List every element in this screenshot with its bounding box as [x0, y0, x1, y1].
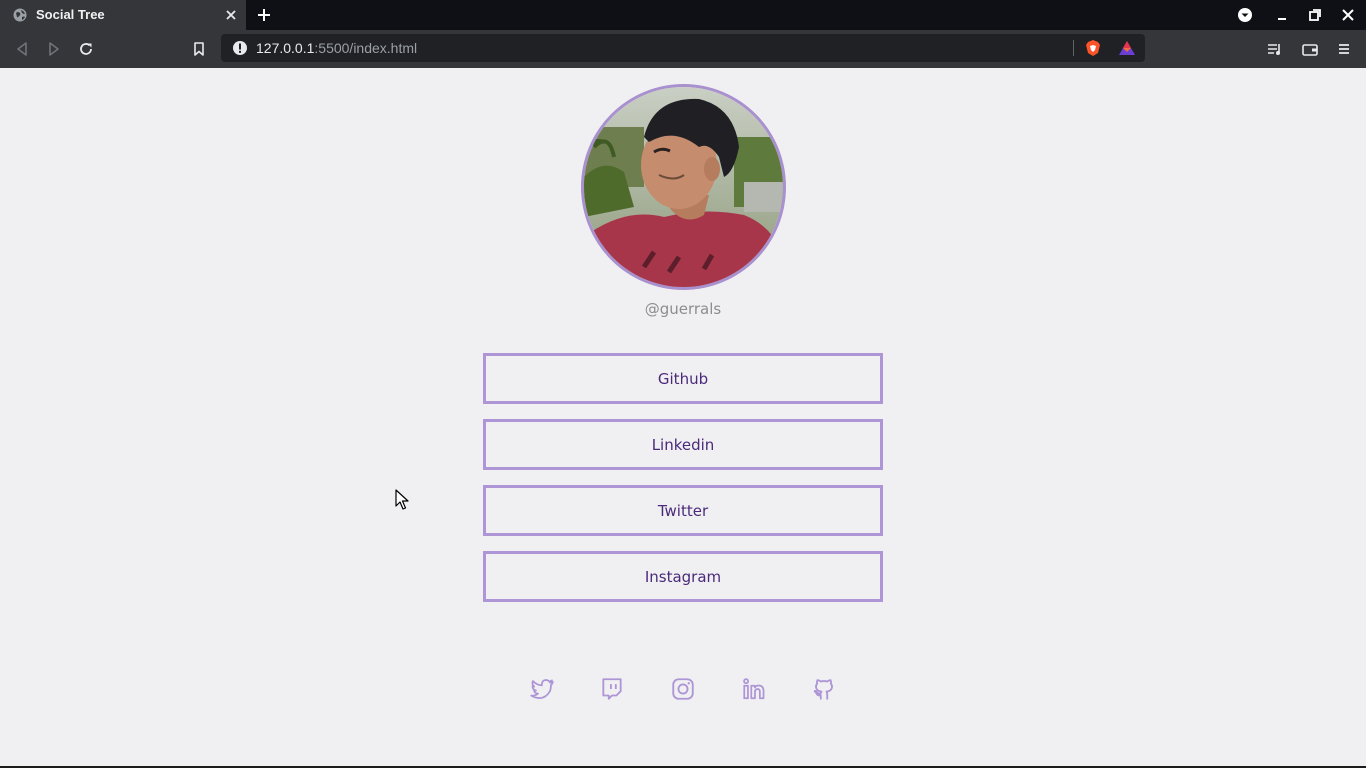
brave-shields-icon[interactable] [1084, 39, 1102, 57]
close-window-icon[interactable] [1340, 7, 1356, 23]
new-tab-icon[interactable] [256, 7, 272, 23]
twitter-link-button[interactable]: Twitter [483, 485, 883, 536]
menu-icon[interactable] [1335, 40, 1353, 58]
close-tab-icon[interactable] [224, 8, 238, 22]
linkedin-link-button[interactable]: Linkedin [483, 419, 883, 470]
twitter-icon [530, 679, 554, 699]
github-icon [813, 679, 833, 700]
instagram-link-button[interactable]: Instagram [483, 551, 883, 602]
rewards-icon[interactable] [1117, 39, 1137, 57]
github-link-button[interactable]: Github [483, 353, 883, 404]
reload-icon[interactable] [77, 40, 95, 58]
twitch-icon-link[interactable] [599, 676, 625, 702]
forward-icon[interactable] [45, 40, 63, 58]
mouse-cursor-icon [395, 489, 409, 510]
linkedin-icon [743, 678, 765, 700]
minimize-icon[interactable] [1274, 7, 1290, 23]
linkedin-icon-link[interactable] [741, 676, 767, 702]
instagram-icon [672, 678, 694, 700]
restore-icon[interactable] [1307, 7, 1323, 23]
instagram-icon-link[interactable] [670, 676, 696, 702]
site-info-icon[interactable] [232, 40, 248, 56]
url-path: :5500/index.html [314, 40, 418, 56]
profile-handle: @guerrals [644, 300, 722, 318]
twitch-icon [602, 678, 622, 700]
tab-strip: Social Tree [0, 0, 1366, 30]
bookmark-icon[interactable] [190, 40, 208, 58]
playlist-icon[interactable] [1266, 40, 1284, 58]
profile-avatar [581, 84, 786, 290]
wallet-icon[interactable] [1301, 40, 1319, 58]
address-divider [1073, 40, 1074, 56]
url-host: 127.0.0.1 [256, 40, 315, 56]
url-text[interactable]: 127.0.0.1:5500/index.html [256, 40, 417, 56]
browser-tab[interactable]: Social Tree [0, 0, 246, 30]
twitter-icon-link[interactable] [529, 676, 555, 702]
tab-title: Social Tree [36, 7, 105, 22]
profile-menu-icon[interactable] [1237, 7, 1253, 23]
globe-icon [13, 8, 27, 22]
back-icon[interactable] [13, 40, 31, 58]
github-icon-link[interactable] [811, 676, 837, 702]
